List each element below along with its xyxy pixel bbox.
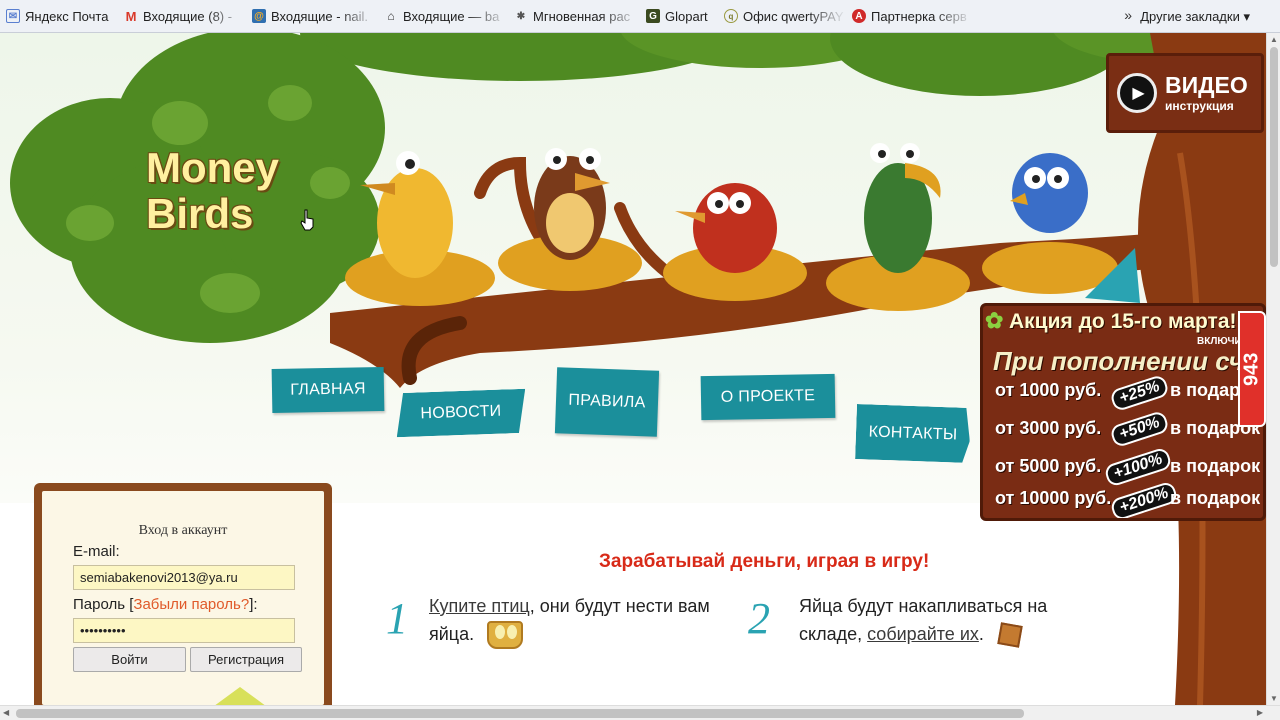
email-label: E-mail: xyxy=(73,543,120,560)
email-field[interactable] xyxy=(73,565,295,590)
envelope-icon: ⌂ xyxy=(387,9,395,23)
promo-bonus: +100% xyxy=(1103,446,1174,488)
site-logo[interactable]: Money Birds xyxy=(146,145,279,237)
gmail-icon: M xyxy=(125,8,137,24)
bookmark-partner[interactable]: A Партнерка серв xyxy=(846,4,972,28)
promo-bonus: +50% xyxy=(1109,409,1171,449)
bookmark-instant[interactable]: ✱ Мгновенная рас xyxy=(508,4,640,28)
promo-bonus: +200% xyxy=(1109,480,1180,518)
page-viewport: Money Birds ГЛАВНАЯ НОВОСТИ ПРАВИЛА О ПР… xyxy=(0,33,1266,705)
promo-heading: При пополнении сче xyxy=(993,346,1259,376)
horizontal-scroll-thumb[interactable] xyxy=(16,709,1024,718)
step-1-line1: , они будут нести вам xyxy=(529,596,710,616)
promo-amount: от 1000 руб. xyxy=(995,380,1102,400)
step-2-line2: складе, xyxy=(799,624,868,644)
logo-line1: Money xyxy=(146,144,280,191)
promo-amount: от 3000 руб. xyxy=(995,418,1102,438)
bookmark-label: Мгновенная рас xyxy=(533,8,631,24)
promo-banner[interactable]: ✿ Акция до 15-го марта! ВКЛЮЧИТЕ При поп… xyxy=(980,303,1266,521)
bookmark-gmail[interactable]: M Входящие (8) - xyxy=(118,4,246,28)
scroll-left-icon[interactable]: ◀ xyxy=(3,708,9,717)
a-icon: A xyxy=(852,9,866,23)
flower-icon: ✿ xyxy=(985,308,1004,333)
nav-label: О ПРОЕКТЕ xyxy=(720,387,816,406)
step-number: 1 xyxy=(386,594,408,643)
logo-line2: Birds xyxy=(146,190,254,237)
other-bookmarks-button[interactable]: Другие закладки ▾ xyxy=(1140,9,1250,25)
nav-label: НОВОСТИ xyxy=(420,402,502,423)
bookmarks-bar: ✉ Яндекс Почта M Входящие (8) - @ Входящ… xyxy=(0,0,1280,33)
nav-main[interactable]: ГЛАВНАЯ xyxy=(271,367,385,413)
bookmark-mail-ru[interactable]: @ Входящие - nail. xyxy=(246,4,378,28)
page-headline: Зарабатывай деньги, играя в игру! xyxy=(599,551,930,572)
video-subtitle: инструкция xyxy=(1165,99,1234,113)
bookmark-label: Входящие (8) - xyxy=(143,8,233,24)
nav-label: КОНТАКТЫ xyxy=(868,422,958,444)
promo-amount: от 10000 руб. xyxy=(995,488,1112,508)
scroll-right-icon[interactable]: ▶ xyxy=(1257,708,1263,717)
login-title: Вход в аккаунт xyxy=(138,523,228,538)
promo-title: Акция до 15-го марта! xyxy=(1009,310,1237,333)
collect-eggs-link[interactable]: собирайте их xyxy=(867,624,979,644)
mail-ru-icon: @ xyxy=(252,9,266,23)
password-label: Пароль [Забыли пароль?]: xyxy=(73,596,258,613)
bookmark-label: Входящие — ba xyxy=(403,8,500,24)
bookmark-label: Яндекс Почта xyxy=(25,8,109,24)
step-number: 2 xyxy=(748,594,770,643)
step-1-text: Купите птиц, они будут нести вам яйца. xyxy=(429,592,729,650)
bookmark-label: Glopart xyxy=(665,8,708,24)
promo-gift: в подарок xyxy=(1170,456,1261,476)
scroll-down-icon[interactable]: ▼ xyxy=(1270,694,1278,703)
vertical-scroll-thumb[interactable] xyxy=(1270,47,1278,267)
step-1-line2: яйца. xyxy=(429,624,475,644)
bookmark-glopart[interactable]: G Glopart xyxy=(640,4,718,28)
mouse-cursor-icon xyxy=(300,209,314,231)
bookmark-label: Офис qwertyPAY xyxy=(743,8,844,24)
glopart-icon: G xyxy=(646,9,660,23)
qwerty-icon: q xyxy=(724,9,738,23)
chevron-down-icon: ▾ xyxy=(1243,9,1250,24)
password-field[interactable] xyxy=(73,618,295,643)
box-icon xyxy=(997,622,1023,648)
bookmark-yandex-mail[interactable]: ✉ Яндекс Почта xyxy=(0,4,118,28)
forgot-password-link[interactable]: Забыли пароль? xyxy=(133,596,249,613)
nav-label: ПРАВИЛА xyxy=(568,391,646,412)
counter-badge[interactable]: 943 xyxy=(1238,311,1266,427)
egg-basket-icon xyxy=(487,621,524,650)
bookmarks-overflow-button[interactable]: » xyxy=(1124,7,1132,23)
login-panel: Вход в аккаунт E-mail: Пароль [Забыли па… xyxy=(34,483,332,705)
play-icon: ▶ xyxy=(1117,73,1157,113)
scroll-up-icon[interactable]: ▲ xyxy=(1270,35,1278,44)
promo-gift: в подарок xyxy=(1170,488,1261,508)
video-title: ВИДЕО xyxy=(1165,72,1248,98)
nav-news[interactable]: НОВОСТИ xyxy=(395,389,526,438)
nav-about[interactable]: О ПРОЕКТЕ xyxy=(700,373,836,421)
nav-label: ГЛАВНАЯ xyxy=(290,380,366,399)
step-2-text: Яйца будут накапливаться на складе, соби… xyxy=(799,592,1079,648)
puzzle-icon: ✱ xyxy=(516,10,526,22)
step-2-end: . xyxy=(978,624,984,644)
bookmark-label: Входящие - nail. xyxy=(271,8,369,24)
promo-amount: от 5000 руб. xyxy=(995,456,1102,476)
register-button[interactable]: Регистрация xyxy=(190,647,302,672)
bookmark-label: Партнерка серв xyxy=(871,8,967,24)
arrow-decoration xyxy=(210,687,270,705)
step-2-line1: Яйца будут накапливаться на xyxy=(799,596,1048,616)
password-label-end: ]: xyxy=(249,596,258,613)
horizontal-scrollbar[interactable]: ◀ ▶ xyxy=(0,705,1280,720)
video-instruction-button[interactable]: ▶ ВИДЕО инструкция xyxy=(1106,53,1264,133)
bookmark-qwertypay[interactable]: q Офис qwertyPAY xyxy=(718,4,846,28)
bookmark-inbox[interactable]: ⌂ Входящие — ba xyxy=(378,4,508,28)
yandex-mail-icon: ✉ xyxy=(6,9,20,23)
password-label-text: Пароль [ xyxy=(73,596,134,613)
vertical-scrollbar[interactable]: ▲ ▼ xyxy=(1266,33,1280,705)
nav-contacts[interactable]: КОНТАКТЫ xyxy=(855,404,971,463)
other-bookmarks-label: Другие закладки xyxy=(1140,9,1240,24)
login-button[interactable]: Войти xyxy=(73,647,186,672)
nav-rules[interactable]: ПРАВИЛА xyxy=(554,367,660,437)
promo-bonus: +25% xyxy=(1109,373,1171,413)
buy-birds-link[interactable]: Купите птиц xyxy=(429,596,530,616)
